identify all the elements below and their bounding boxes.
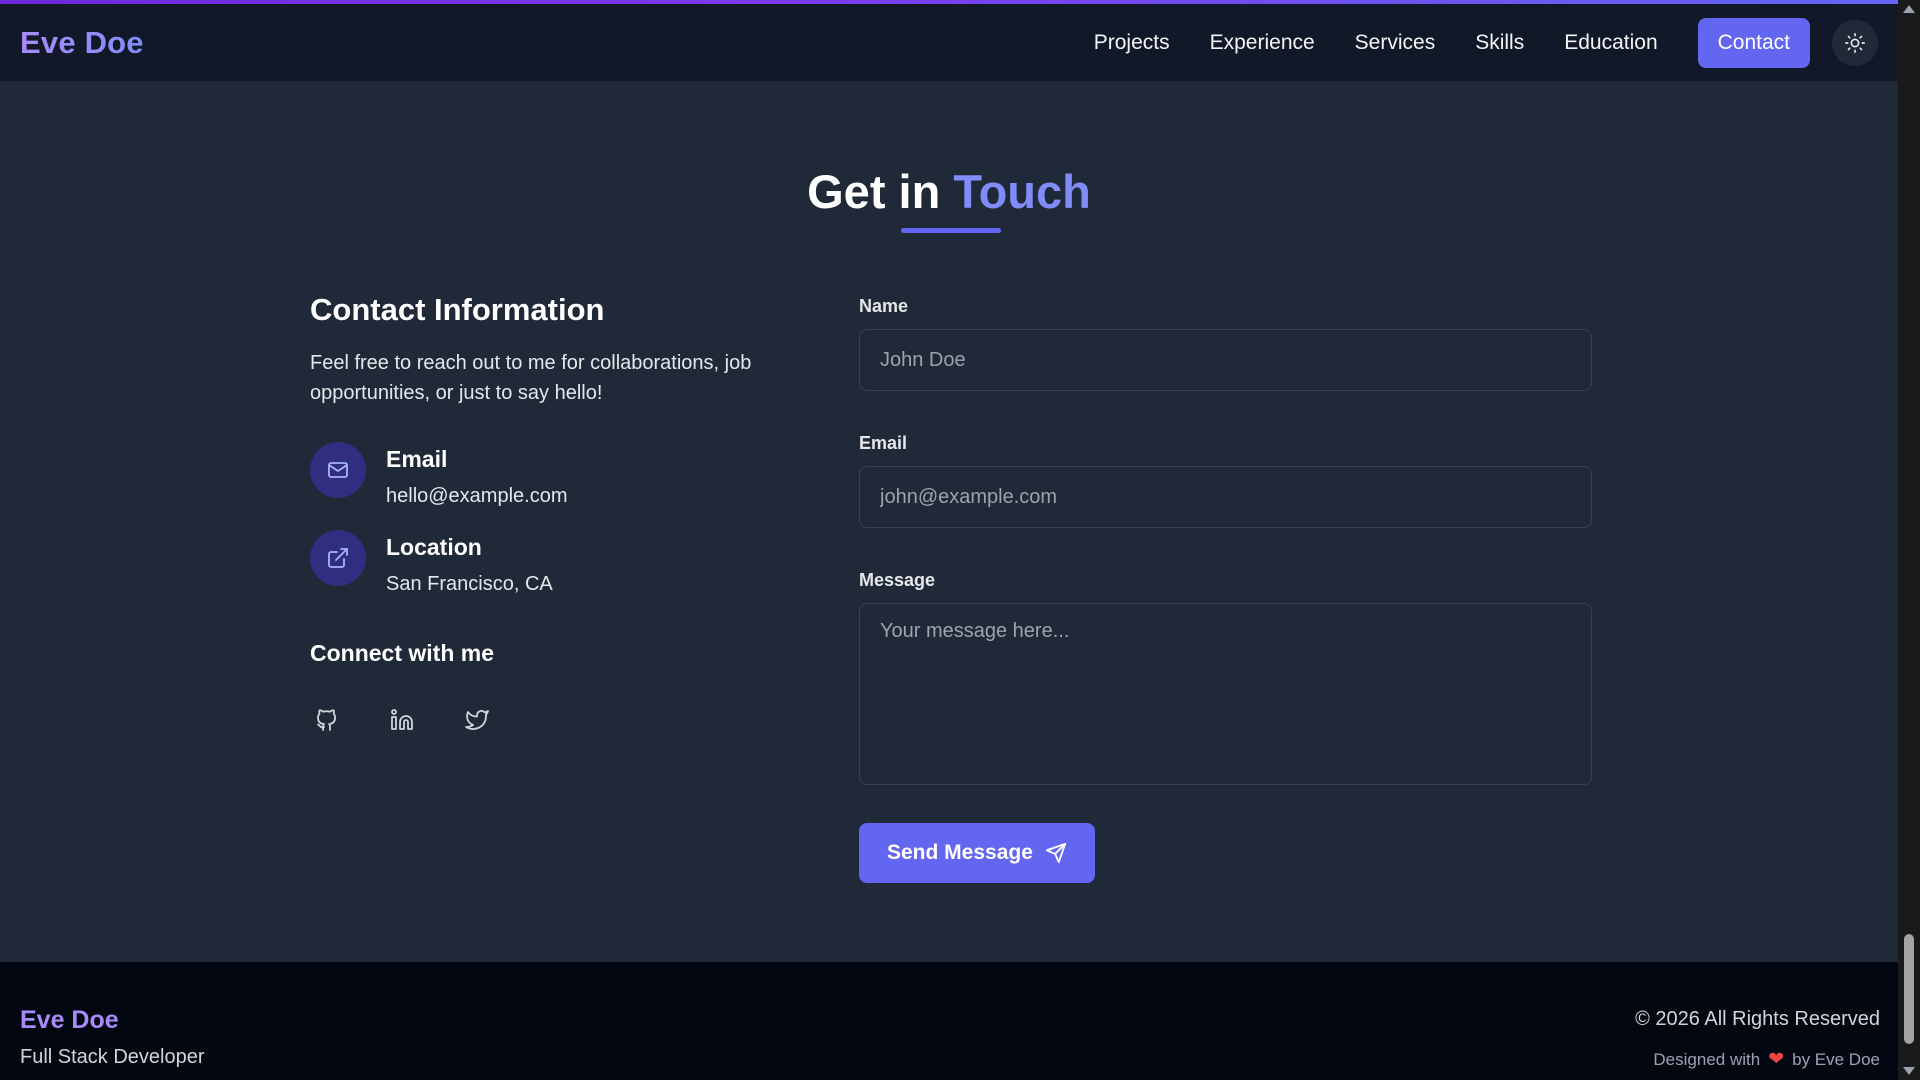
footer-name: Eve Doe <box>20 1006 119 1034</box>
github-link[interactable] <box>302 695 352 745</box>
footer-copyright: © 2026 All Rights Reserved <box>1635 1008 1880 1030</box>
send-message-label: Send Message <box>887 841 1033 864</box>
github-icon <box>317 709 336 731</box>
scroll-up-arrow-icon[interactable] <box>1903 5 1915 13</box>
email-field-group: Email <box>859 433 1592 528</box>
footer-role: Full Stack Developer <box>20 1046 205 1068</box>
scroll-down-arrow-icon[interactable] <box>1903 1067 1915 1075</box>
name-label: Name <box>859 296 909 316</box>
location-icon-circle <box>310 530 366 586</box>
footer-designed-prefix: Designed with <box>1653 1049 1761 1069</box>
nav-education[interactable]: Education <box>1564 31 1657 55</box>
title-underline <box>901 228 1001 233</box>
section-title-accent: Touch <box>953 165 1091 218</box>
name-input[interactable] <box>859 329 1592 391</box>
nav-projects[interactable]: Projects <box>1094 31 1170 55</box>
page: Eve Doe Projects Experience Services Ski… <box>0 0 1920 1080</box>
nav-experience[interactable]: Experience <box>1210 31 1315 55</box>
section-title: Get in Touch <box>0 164 1898 219</box>
info-item-email: Email hello@example.com <box>310 442 790 508</box>
message-field-group: Message <box>859 570 1592 785</box>
heart-icon: ❤ <box>1768 1049 1785 1070</box>
logo[interactable]: Eve Doe <box>20 25 144 61</box>
info-value-location: San Francisco, CA <box>386 573 553 595</box>
info-item-location: Location San Francisco, CA <box>310 530 790 596</box>
contact-info-heading: Contact Information <box>310 292 605 327</box>
nav-contact-button[interactable]: Contact <box>1697 17 1810 68</box>
email-input[interactable] <box>859 466 1592 528</box>
message-label: Message <box>859 570 936 590</box>
theme-toggle-button[interactable] <box>1832 19 1878 66</box>
footer-designed-suffix: by Eve Doe <box>1792 1049 1880 1069</box>
social-links <box>310 695 790 745</box>
email-label: Email <box>859 433 908 453</box>
connect-heading: Connect with me <box>310 640 495 666</box>
send-message-button[interactable]: Send Message <box>859 823 1095 883</box>
footer: Eve Doe Full Stack Developer © 2026 All … <box>0 962 1898 1080</box>
info-label-email: Email <box>386 446 448 472</box>
linkedin-link[interactable] <box>377 695 427 745</box>
name-field-group: Name <box>859 296 1592 391</box>
info-value-email: hello@example.com <box>386 485 568 507</box>
twitter-link[interactable] <box>452 695 502 745</box>
contact-info-intro: Feel free to reach out to me for collabo… <box>310 352 752 404</box>
external-link-icon <box>328 548 348 568</box>
scrollbar[interactable] <box>1898 0 1920 1080</box>
send-icon <box>1045 842 1066 864</box>
nav-services[interactable]: Services <box>1355 31 1436 55</box>
contact-form: Name Email Message Send Message <box>859 296 1592 883</box>
sun-icon <box>1845 32 1865 53</box>
email-icon-circle <box>310 442 366 498</box>
linkedin-icon <box>391 709 413 730</box>
nav-skills[interactable]: Skills <box>1475 31 1524 55</box>
main-nav: Projects Experience Services Skills Educ… <box>1094 17 1878 68</box>
twitter-icon <box>465 710 489 730</box>
section-title-main: Get in <box>807 165 941 218</box>
mail-icon <box>328 462 348 478</box>
header: Eve Doe Projects Experience Services Ski… <box>0 4 1898 81</box>
info-label-location: Location <box>386 534 482 560</box>
scroll-thumb[interactable] <box>1904 934 1914 1044</box>
contact-info: Contact Information Feel free to reach o… <box>310 292 790 745</box>
footer-designed: Designed with ❤ by Eve Doe <box>1653 1048 1880 1071</box>
message-textarea[interactable] <box>859 603 1592 785</box>
